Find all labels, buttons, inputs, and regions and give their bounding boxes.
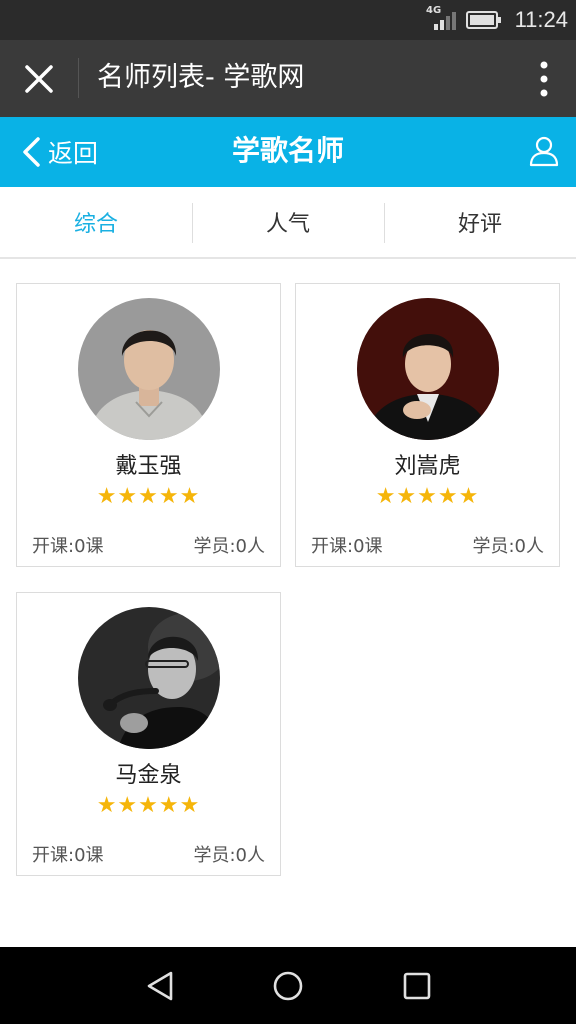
close-icon[interactable]	[22, 62, 56, 96]
back-chevron-icon	[23, 137, 40, 167]
browser-title-bar: 名师列表- 学歌网	[0, 40, 576, 117]
tab-popularity[interactable]: 人气	[192, 187, 384, 257]
course-count: 开课:0课	[32, 536, 104, 557]
title-divider	[78, 58, 79, 98]
rating-stars: ★★★★★	[375, 484, 480, 509]
status-bar: 4G 11:24	[0, 0, 576, 40]
clock: 11:24	[514, 7, 568, 32]
nav-back-icon[interactable]	[143, 969, 177, 1003]
sort-tabs: 综合 人气 好评	[0, 187, 576, 259]
teacher-card[interactable]: 戴玉强 ★★★★★ 开课:0课 学员:0人	[16, 283, 281, 567]
course-count: 开课:0课	[32, 845, 104, 866]
nav-recents-icon[interactable]	[400, 969, 434, 1003]
rating-stars: ★★★★★	[96, 484, 201, 509]
tab-rating[interactable]: 好评	[384, 187, 576, 257]
nav-home-icon[interactable]	[271, 969, 305, 1003]
page-title: 名师列表- 学歌网	[97, 62, 305, 93]
battery-icon	[466, 11, 501, 29]
system-nav-bar	[0, 947, 576, 1024]
avatar	[357, 298, 499, 440]
avatar	[78, 298, 220, 440]
course-count: 开课:0课	[311, 536, 383, 557]
signal-icon	[434, 12, 456, 30]
student-count: 学员:0人	[193, 536, 265, 557]
more-vertical-icon[interactable]	[534, 60, 554, 98]
student-count: 学员:0人	[193, 845, 265, 866]
teacher-name: 马金泉	[115, 763, 182, 788]
teacher-card[interactable]: 马金泉 ★★★★★ 开课:0课 学员:0人	[16, 592, 281, 876]
back-label: 返回	[48, 139, 99, 168]
teacher-list: 戴玉强 ★★★★★ 开课:0课 学员:0人 刘嵩虎 ★★★★★ 开课:0课 学员…	[0, 261, 576, 947]
student-count: 学员:0人	[472, 536, 544, 557]
app-header: 返回 学歌名师	[0, 117, 576, 187]
rating-stars: ★★★★★	[96, 793, 201, 818]
tab-comprehensive[interactable]: 综合	[0, 187, 192, 257]
avatar	[78, 607, 220, 749]
user-icon[interactable]	[528, 135, 560, 167]
teacher-card[interactable]: 刘嵩虎 ★★★★★ 开课:0课 学员:0人	[295, 283, 560, 567]
teacher-name: 刘嵩虎	[394, 454, 461, 479]
teacher-name: 戴玉强	[115, 454, 182, 479]
back-button[interactable]: 返回	[20, 131, 98, 173]
